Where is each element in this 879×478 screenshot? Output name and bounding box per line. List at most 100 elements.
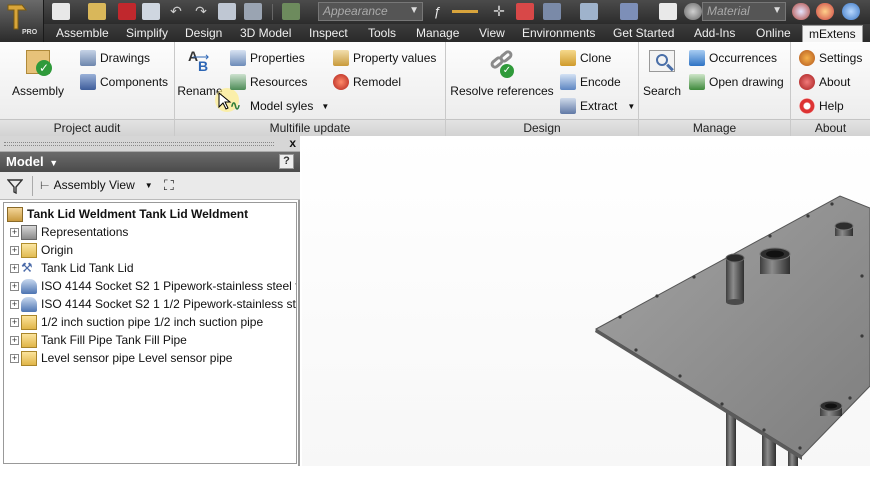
ribbon-tabs: Assemble Simplify Design 3D Model Inspec… (0, 24, 870, 42)
expand-icon[interactable]: + (10, 353, 19, 363)
close-document-icon[interactable] (118, 3, 136, 20)
palette-icon[interactable] (684, 3, 702, 20)
tab-manage[interactable]: Manage (416, 25, 459, 42)
ribbon: ✓ Assembly Drawings Components Project a… (0, 42, 870, 136)
clone-button[interactable]: Clone (560, 50, 611, 66)
inventor-window: ↶ ↷ Appearance ▼ ƒ ✛ Material ▼ PRO Asse… (0, 0, 870, 466)
select-icon[interactable] (282, 3, 300, 20)
tree-item[interactable]: + ISO 4144 Socket S2 1 1/2 Pipework-stai… (4, 295, 296, 313)
tree-item[interactable]: + Level sensor pipe Level sensor pipe (4, 349, 232, 367)
close-icon[interactable]: x (289, 136, 296, 150)
model-browser-header[interactable]: Model ▼ ? (0, 152, 300, 172)
save-icon[interactable] (142, 3, 160, 20)
expand-icon[interactable]: + (10, 335, 19, 345)
material-combo-value: Material (707, 4, 750, 18)
tab-mextensions[interactable]: mExtens (802, 25, 863, 42)
extract-button[interactable]: Extract ▼ (560, 98, 635, 114)
move-icon[interactable]: ✛ (490, 3, 508, 20)
model-styles-button[interactable]: ∿ Model syles ▼ (230, 98, 329, 114)
search-globe-icon[interactable] (792, 3, 810, 20)
appearance-combo[interactable]: Appearance ▼ (318, 2, 423, 21)
drawings-button[interactable]: Drawings (80, 50, 150, 66)
expand-icon[interactable]: + (10, 281, 19, 291)
tab-view[interactable]: View (479, 25, 505, 42)
drag-handle[interactable] (4, 142, 274, 146)
new-icon[interactable] (52, 3, 70, 20)
chevron-down-icon: ▼ (144, 180, 153, 190)
filter-icon[interactable] (7, 178, 23, 194)
expand-icon[interactable]: + (10, 263, 19, 273)
assembly-view-dropdown[interactable]: ⊢ Assembly View ▼ (40, 178, 153, 192)
application-menu-button[interactable]: PRO (0, 0, 44, 42)
exchange-icon[interactable] (816, 3, 834, 20)
expand-icon[interactable]: + (10, 317, 19, 327)
shaded-icon[interactable] (659, 3, 677, 20)
properties-button[interactable]: Properties (230, 50, 305, 66)
tab-3d-model[interactable]: 3D Model (240, 25, 291, 42)
help-button[interactable]: Help (799, 98, 844, 114)
constrain-icon[interactable] (543, 3, 561, 20)
binoculars-icon[interactable]: ⛶ (164, 177, 174, 194)
tree-item[interactable]: + 1/2 inch suction pipe 1/2 inch suction… (4, 313, 263, 331)
rename-button[interactable]: A B ⟶ Rename (177, 48, 223, 98)
material-combo[interactable]: Material ▼ (702, 2, 786, 21)
browser-dock-strip[interactable]: x (0, 136, 300, 152)
help-icon[interactable]: ? (279, 154, 294, 169)
tree-item[interactable]: + Representations (4, 223, 128, 241)
open-drawing-button[interactable]: Open drawing (689, 74, 784, 90)
remodel-button[interactable]: Remodel (333, 74, 401, 90)
assembly-button[interactable]: ✓ Assembly (8, 48, 68, 98)
tab-get-started[interactable]: Get Started (613, 25, 674, 42)
camera-icon[interactable] (580, 3, 598, 20)
expand-icon[interactable]: + (10, 227, 19, 237)
components-button[interactable]: Components (80, 74, 168, 90)
update-icon[interactable] (244, 3, 262, 20)
undo-icon[interactable]: ↶ (167, 3, 185, 20)
property-values-button[interactable]: Property values (333, 50, 436, 66)
function-icon[interactable]: ƒ (428, 3, 446, 20)
return-icon[interactable] (218, 3, 236, 20)
about-button[interactable]: About (799, 74, 850, 90)
tree-item[interactable]: + Tank Fill Pipe Tank Fill Pipe (4, 331, 187, 349)
ipart-icon[interactable] (620, 3, 638, 20)
tab-assemble[interactable]: Assemble (56, 25, 109, 42)
assembly-view-label: Assembly View (53, 178, 135, 192)
occurrences-button[interactable]: Occurrences (689, 50, 777, 66)
settings-button[interactable]: Settings (799, 50, 862, 66)
resolve-references-button[interactable]: ✓ Resolve references (448, 48, 556, 98)
line-weight-icon[interactable] (452, 3, 478, 20)
tree-item[interactable]: + ISO 4144 Socket S2 1 Pipework-stainles… (4, 277, 296, 295)
resources-icon (230, 74, 246, 90)
expand-icon[interactable]: + (10, 299, 19, 309)
tab-inspect[interactable]: Inspect (309, 25, 348, 42)
tab-online[interactable]: Online (756, 25, 791, 42)
tree-item-label: Representations (41, 225, 129, 239)
open-icon[interactable] (88, 3, 106, 20)
resources-button[interactable]: Resources (230, 74, 307, 90)
tree-root[interactable]: Tank Lid Weldment Tank Lid Weldment (4, 205, 248, 223)
model-styles-label: Model syles (250, 99, 314, 113)
part-icon (21, 314, 37, 330)
components-icon (80, 74, 96, 90)
tab-tools[interactable]: Tools (368, 25, 396, 42)
model-tree: Tank Lid Weldment Tank Lid Weldment + Re… (3, 202, 297, 464)
tree-item[interactable]: + ⚒ Tank Lid Tank Lid (4, 259, 134, 277)
occurrences-label: Occurrences (709, 51, 778, 65)
tab-design[interactable]: Design (185, 25, 222, 42)
encode-button[interactable]: Encode (560, 74, 621, 90)
property-values-icon (333, 50, 349, 66)
graphics-viewport[interactable] (302, 136, 870, 466)
panel-project-audit: ✓ Assembly Drawings Components Project a… (0, 42, 175, 136)
help-globe-icon[interactable] (842, 3, 860, 20)
redo-icon[interactable]: ↷ (192, 3, 210, 20)
search-button[interactable]: Search (641, 48, 683, 98)
tree-item[interactable]: + Origin (4, 241, 73, 259)
tab-simplify[interactable]: Simplify (126, 25, 168, 42)
search-label: Search (642, 84, 682, 98)
panel-title-multifile-update: Multifile update (175, 119, 445, 136)
expand-icon[interactable]: + (10, 245, 19, 255)
tab-environments[interactable]: Environments (522, 25, 595, 42)
tab-add-ins[interactable]: Add-Ins (694, 25, 735, 42)
tree-item-label: 1/2 inch suction pipe 1/2 inch suction p… (41, 315, 264, 329)
pattern-icon[interactable] (516, 3, 534, 20)
